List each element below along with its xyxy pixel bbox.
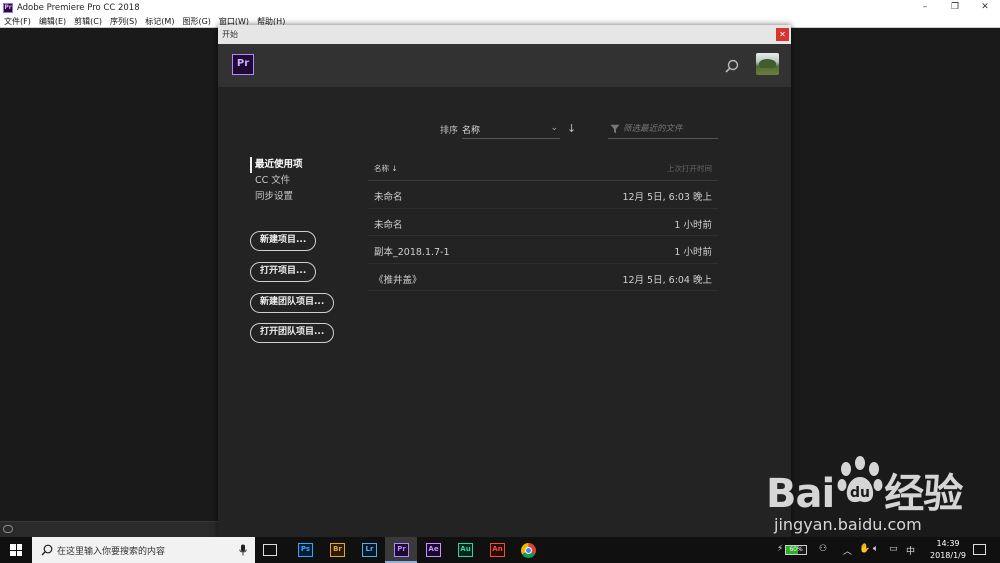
search-icon [41,544,53,556]
column-header-last-opened[interactable]: 上次打开时间 [667,163,712,174]
windows-taskbar: 在这里输入你要搜索的内容 Ps Br Lr Pr Ae Au An ⚡ 60% … [0,537,1000,563]
network-icon[interactable]: ▭ [889,544,898,554]
baidu-watermark: Bai 经验 du jingyan.baidu.com [760,455,970,537]
taskbar-app-bridge[interactable]: Br [321,537,353,563]
taskbar-app-photoshop[interactable]: Ps [289,537,321,563]
filter-funnel-icon [610,124,620,134]
taskbar-search-placeholder: 在这里输入你要搜索的内容 [57,547,166,557]
task-view-icon[interactable] [263,544,277,556]
dialog-header: Pr [218,44,791,87]
show-hidden-icons-chevron-icon[interactable]: ︿ [843,544,852,557]
volume-icon[interactable]: 🔈︎ [873,544,878,554]
cloud-sync-icon[interactable] [3,525,13,533]
start-dialog: 开始 ✕ Pr 排序 名称 ⌄ ↓ 最近使用项 CC 文件 同步设置 新建项目.… [218,25,791,537]
row-name: 《推井盖》 [374,274,422,286]
app-title-bar: Pr Adobe Premiere Pro CC 2018 – ❐ ✕ [0,0,1000,15]
battery-percent: 60% [789,546,803,553]
column-header-name[interactable]: 名称 ↓ [374,163,398,174]
table-row[interactable]: 未命名 12月 5日, 6:03 晚上 [368,181,718,209]
dialog-title-bar: 开始 ✕ [218,25,791,44]
photoshop-icon: Ps [298,543,313,557]
close-icon[interactable]: ✕ [970,0,1000,15]
left-nav: 最近使用项 CC 文件 同步设置 [250,157,360,205]
chrome-icon [521,543,536,558]
sort-value: 名称 [462,126,481,136]
row-date: 12月 5日, 6:03 晚上 [622,192,712,203]
new-team-project-button[interactable]: 新建团队项目... [250,293,335,313]
nav-item-recent[interactable]: 最近使用项 [250,157,360,173]
input-method-indicator[interactable]: 中 [906,544,915,557]
menu-marker[interactable]: 标记(M) [141,16,178,27]
svg-text:du: du [850,485,870,501]
action-center-icon[interactable] [973,544,986,555]
baidu-paw-icon: du [837,456,883,503]
menu-file[interactable]: 文件(F) [0,16,35,27]
taskbar-app-premiere[interactable]: Pr [385,537,417,563]
bridge-icon: Br [330,543,345,557]
sort-arrow-icon: ↓ [391,164,398,173]
row-date: 12月 5日, 6:04 晚上 [622,274,712,286]
filter-field[interactable] [608,121,718,139]
taskbar-app-lightroom[interactable]: Lr [353,537,385,563]
search-icon[interactable] [724,58,740,74]
row-name: 未命名 [374,192,403,203]
audition-icon: Au [458,543,473,557]
row-date: 1 小时前 [674,219,712,231]
taskbar-search-box[interactable]: 在这里输入你要搜索的内容 [32,537,255,563]
minimize-icon[interactable]: – [910,0,940,15]
window-title: Adobe Premiere Pro CC 2018 [17,2,140,13]
status-bar [0,521,218,537]
power-plug-icon: ⚡ [777,544,784,554]
chevron-down-icon: ⌄ [550,123,558,133]
user-avatar[interactable] [756,53,779,75]
lightroom-icon: Lr [362,543,377,557]
microphone-icon[interactable] [239,544,247,556]
clock-date[interactable]: 2018/1/9 [923,551,973,560]
recent-files-table: 名称 ↓ 上次打开时间 未命名 12月 5日, 6:03 晚上 未命名 1 小时… [368,157,718,291]
dialog-close-icon[interactable]: ✕ [776,28,789,41]
table-row[interactable]: 《推井盖》 12月 5日, 6:04 晚上 [368,264,718,291]
sort-dropdown[interactable]: 名称 ⌄ [462,121,560,139]
table-row[interactable]: 未命名 1 小时前 [368,209,718,236]
animate-icon: An [490,543,505,557]
menu-clip[interactable]: 剪辑(C) [70,16,106,27]
clock-time[interactable]: 14:39 [930,539,966,548]
avatar-image [759,59,776,68]
windows-logo-icon [10,544,22,556]
open-team-project-button[interactable]: 打开团队项目... [250,323,335,343]
premiere-icon: Pr [394,543,409,557]
menu-graphics[interactable]: 图形(G) [178,16,214,27]
dialog-title: 开始 [222,30,238,39]
row-name: 副本_2018.1.7-1 [374,247,450,258]
taskbar-app-audition[interactable]: Au [449,537,481,563]
premiere-app-icon: Pr [3,2,13,13]
column-header-name-label: 名称 [374,164,389,173]
after-effects-icon: Ae [426,543,441,557]
start-button[interactable] [0,537,32,563]
sort-label: 排序 [440,126,459,136]
people-icon[interactable]: ⚇ [819,544,827,554]
system-tray: ⚡ 60% ⚇ ︿ ✋ 🔈︎ ▭ 中 14:39 2018/1/9 [775,537,1000,563]
row-name: 未命名 [374,219,403,231]
premiere-logo: Pr [232,54,254,75]
sort-direction-arrow-icon[interactable]: ↓ [567,122,576,135]
filter-input[interactable] [623,122,717,136]
menu-sequence[interactable]: 序列(S) [106,16,141,27]
taskbar-app-after-effects[interactable]: Ae [417,537,449,563]
restore-icon[interactable]: ❐ [940,0,970,15]
security-alert-icon[interactable]: ✋ [859,544,870,554]
menu-edit[interactable]: 编辑(E) [35,16,70,27]
nav-item-sync-settings[interactable]: 同步设置 [250,189,360,205]
row-date: 1 小时前 [674,247,712,258]
battery-indicator[interactable]: 60% [785,545,807,555]
table-row[interactable]: 副本_2018.1.7-1 1 小时前 [368,236,718,264]
nav-item-cc-files[interactable]: CC 文件 [250,173,360,189]
table-header: 名称 ↓ 上次打开时间 [368,157,718,181]
open-project-button[interactable]: 打开项目... [250,262,317,282]
taskbar-app-chrome[interactable] [513,537,545,563]
new-project-button[interactable]: 新建项目... [250,231,317,251]
taskbar-app-animate[interactable]: An [481,537,513,563]
watermark-url: jingyan.baidu.com [774,515,922,534]
